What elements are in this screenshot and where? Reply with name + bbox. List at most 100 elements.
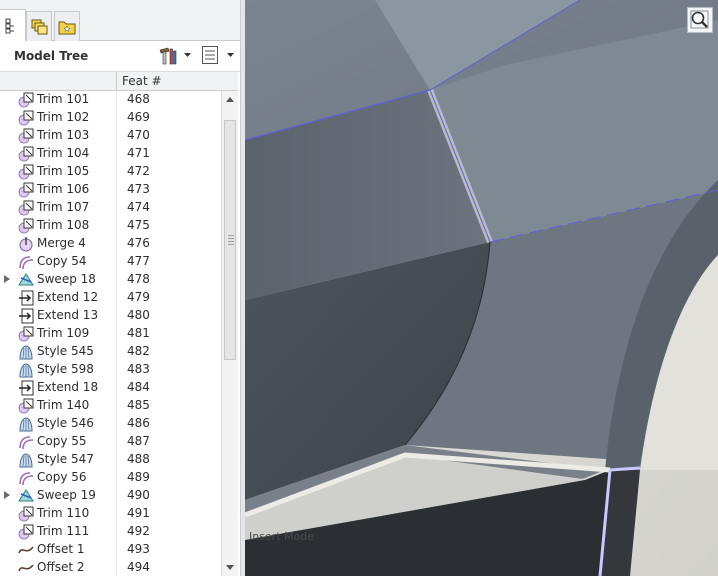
mode-status-text: Insert Mode — [249, 530, 315, 543]
feature-number: 480 — [127, 308, 150, 322]
feature-name: Sweep 18 — [37, 272, 96, 286]
feature-number: 484 — [127, 380, 150, 394]
tree-row[interactable]: Style 598 483 — [0, 361, 221, 379]
feature-name: Trim 103 — [37, 128, 90, 142]
expand-arrow-icon[interactable] — [4, 491, 10, 499]
tree-row[interactable]: Sweep 19 490 — [0, 487, 221, 505]
feature-number: 494 — [127, 560, 150, 574]
tree-row[interactable]: Trim 106 473 — [0, 181, 221, 199]
feature-number: 489 — [127, 470, 150, 484]
tab-favorites[interactable] — [54, 11, 80, 41]
chevron-down-icon[interactable] — [184, 53, 191, 58]
feature-name: Sweep 19 — [37, 488, 96, 502]
tree-row[interactable]: Extend 18 484 — [0, 379, 221, 397]
tree-row[interactable]: Copy 55 487 — [0, 433, 221, 451]
style-icon — [18, 344, 34, 360]
feature-number: 473 — [127, 182, 150, 196]
feature-number: 492 — [127, 524, 150, 538]
copy-icon — [18, 434, 34, 450]
tree-row[interactable]: Style 547 488 — [0, 451, 221, 469]
feature-name: Trim 106 — [37, 182, 90, 196]
tree-row[interactable]: Offset 2 494 — [0, 559, 221, 576]
feature-name: Merge 4 — [37, 236, 86, 250]
tree-row[interactable]: Trim 104 471 — [0, 145, 221, 163]
trim-icon — [18, 182, 34, 198]
trim-icon — [18, 506, 34, 522]
feature-name: Style 546 — [37, 416, 94, 430]
feature-number: 477 — [127, 254, 150, 268]
feature-number: 482 — [127, 344, 150, 358]
graphics-viewport[interactable]: Insert Mode — [245, 0, 718, 576]
feature-name: Style 598 — [37, 362, 94, 376]
sweep-icon — [18, 488, 34, 504]
tree-row[interactable]: Sweep 18 478 — [0, 271, 221, 289]
extend-icon — [18, 380, 34, 396]
feature-number: 483 — [127, 362, 150, 376]
model-tree-header: Model Tree — [0, 41, 240, 72]
tree-row[interactable]: Trim 102 469 — [0, 109, 221, 127]
feature-name: Trim 110 — [37, 506, 90, 520]
tree-row[interactable]: Trim 103 470 — [0, 127, 221, 145]
trim-icon — [18, 326, 34, 342]
settings-tools-icon[interactable] — [157, 46, 179, 66]
feature-number: 471 — [127, 146, 150, 160]
scroll-down-arrow-icon[interactable] — [222, 559, 238, 575]
show-list-icon[interactable] — [201, 45, 219, 65]
feature-name: Trim 140 — [37, 398, 90, 412]
feature-number: 479 — [127, 290, 150, 304]
tree-row[interactable]: Trim 101 468 — [0, 91, 221, 109]
tree-row[interactable]: Style 546 486 — [0, 415, 221, 433]
trim-icon — [18, 524, 34, 540]
feature-number: 469 — [127, 110, 150, 124]
expand-arrow-icon[interactable] — [4, 275, 10, 283]
feature-name: Trim 102 — [37, 110, 90, 124]
feature-number: 491 — [127, 506, 150, 520]
favorites-folder-icon — [58, 21, 76, 34]
feature-name: Trim 105 — [37, 164, 90, 178]
feature-name: Copy 54 — [37, 254, 87, 268]
tree-row[interactable]: Offset 1 493 — [0, 541, 221, 559]
zoom-view-button[interactable] — [687, 7, 713, 33]
panel-title: Model Tree — [14, 49, 89, 63]
tree-row[interactable]: Copy 54 477 — [0, 253, 221, 271]
tab-model-tree[interactable] — [0, 9, 26, 41]
tree-row[interactable]: Merge 4 476 — [0, 235, 221, 253]
feature-number: 475 — [127, 218, 150, 232]
tree-row[interactable]: Extend 12 479 — [0, 289, 221, 307]
trim-icon — [18, 92, 34, 108]
layers-icon — [31, 19, 48, 34]
feature-number: 488 — [127, 452, 150, 466]
tree-row[interactable]: Trim 107 474 — [0, 199, 221, 217]
scrollbar-thumb[interactable] — [224, 120, 236, 360]
vertical-scrollbar[interactable] — [221, 91, 238, 576]
feature-name: Extend 12 — [37, 290, 99, 304]
tree-row[interactable]: Trim 108 475 — [0, 217, 221, 235]
feature-name: Style 547 — [37, 452, 94, 466]
feature-name: Trim 101 — [37, 92, 90, 106]
feat-number-column-header[interactable]: Feat # — [116, 72, 162, 91]
tab-layers[interactable] — [26, 11, 52, 41]
feature-name: Extend 13 — [37, 308, 99, 322]
feature-name: Copy 56 — [37, 470, 87, 484]
chevron-down-icon[interactable] — [227, 53, 234, 58]
tree-row[interactable]: Trim 111 492 — [0, 523, 221, 541]
model-tree-icon — [5, 18, 14, 33]
feature-name: Trim 104 — [37, 146, 90, 160]
extend-icon — [18, 308, 34, 324]
trim-icon — [18, 128, 34, 144]
trim-icon — [18, 146, 34, 162]
model-tree-list: Trim 101 468 Trim 102 469 Trim 103 470 Trim 10… — [0, 91, 221, 576]
tree-row[interactable]: Style 545 482 — [0, 343, 221, 361]
tree-row[interactable]: Trim 105 472 — [0, 163, 221, 181]
tree-row[interactable]: Extend 13 480 — [0, 307, 221, 325]
feature-number: 487 — [127, 434, 150, 448]
tree-row[interactable]: Trim 140 485 — [0, 397, 221, 415]
tree-row[interactable]: Trim 110 491 — [0, 505, 221, 523]
feature-number: 490 — [127, 488, 150, 502]
column-header-row: Feat # — [0, 72, 238, 91]
feature-number: 468 — [127, 92, 150, 106]
tree-row[interactable]: Trim 109 481 — [0, 325, 221, 343]
extend-icon — [18, 290, 34, 306]
scroll-up-arrow-icon[interactable] — [222, 92, 238, 108]
tree-row[interactable]: Copy 56 489 — [0, 469, 221, 487]
